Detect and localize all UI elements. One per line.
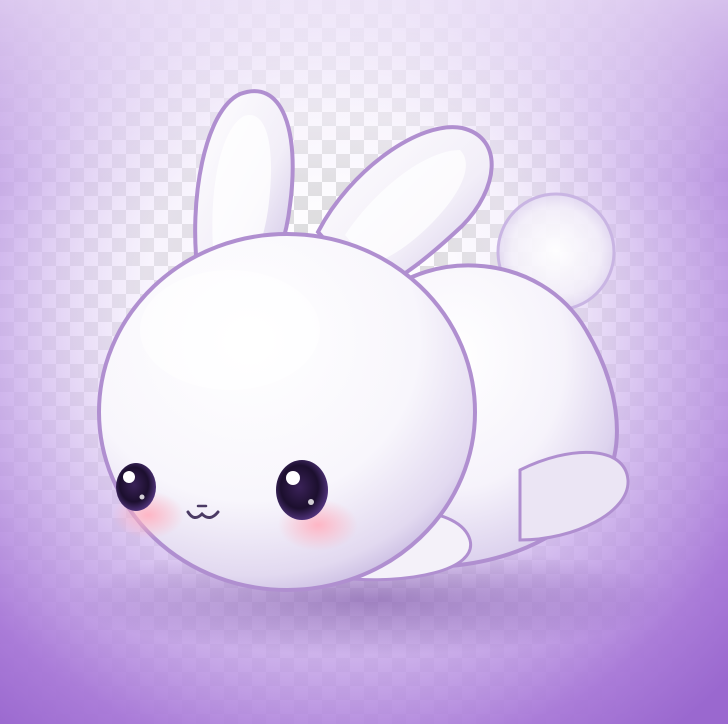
- back-foot: [518, 450, 630, 542]
- bunny-illustration: [70, 89, 670, 655]
- head-highlight: [140, 270, 320, 390]
- right-eye: [276, 460, 328, 520]
- left-eye: [116, 463, 156, 511]
- image-canvas: [0, 0, 728, 724]
